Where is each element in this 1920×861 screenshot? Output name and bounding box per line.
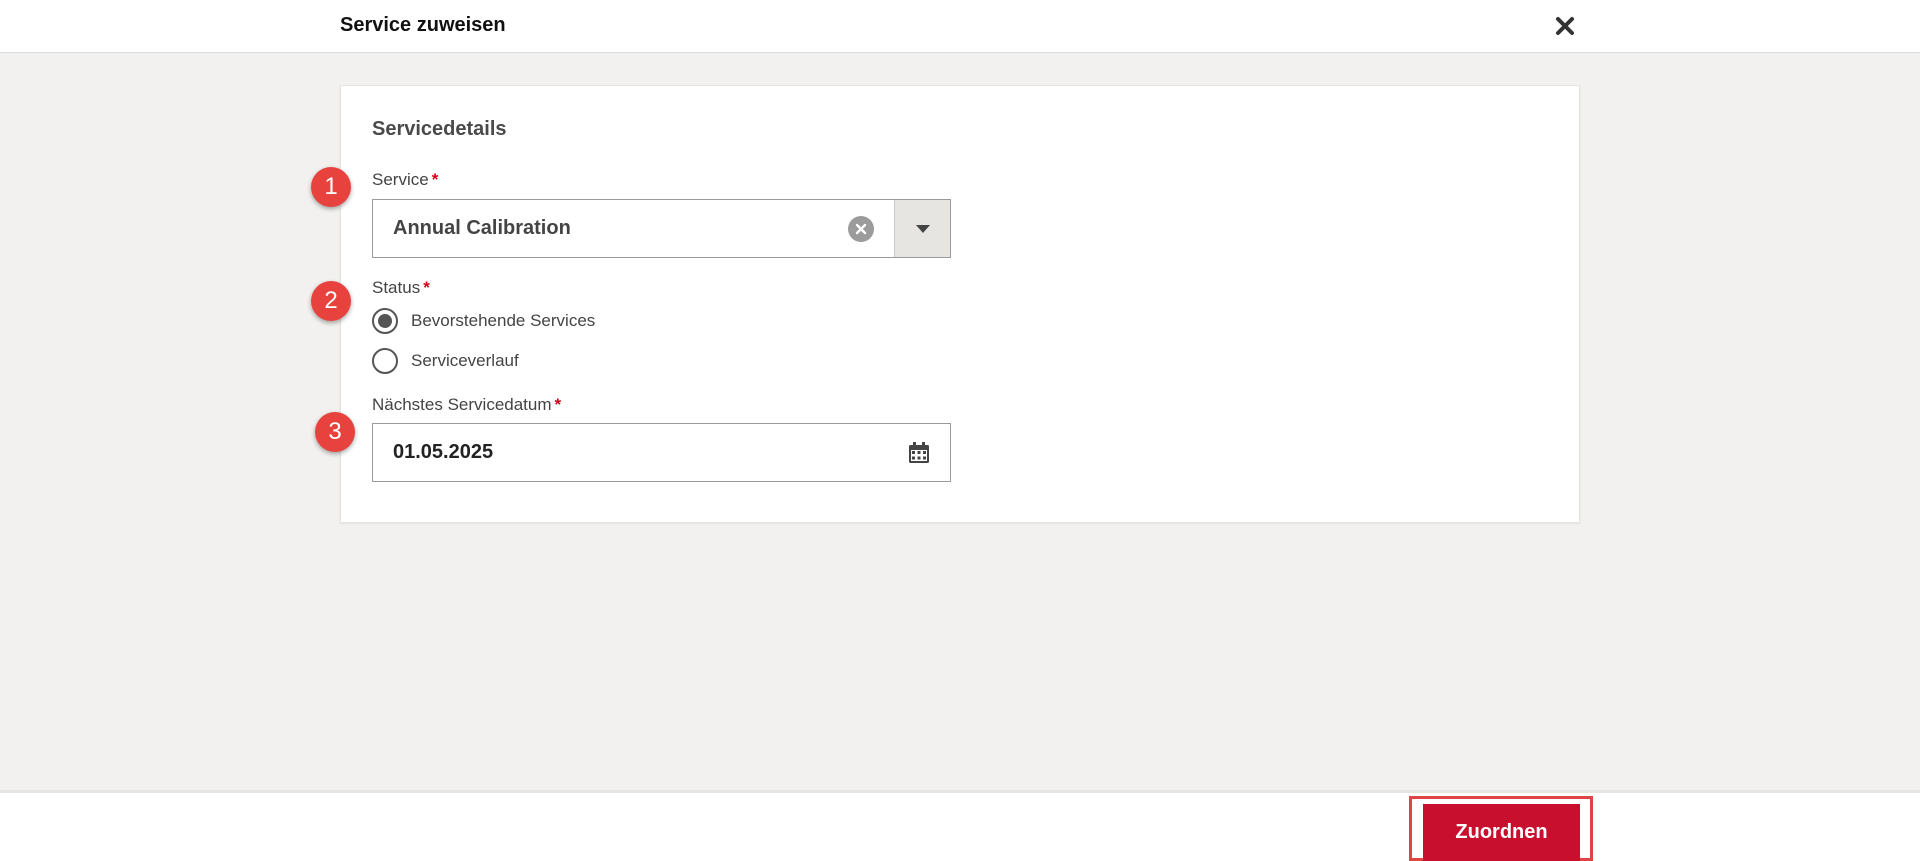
section-title: Servicedetails [372,118,507,140]
service-label: Service * [372,170,439,189]
dropdown-toggle-button[interactable] [894,200,950,257]
dialog-footer [0,790,1920,861]
calendar-icon[interactable] [908,441,930,464]
radio-label: Serviceverlauf [411,351,519,370]
status-option-history[interactable]: Serviceverlauf [372,348,519,374]
clear-icon[interactable] [848,215,874,242]
step-marker-3: 3 [315,412,355,452]
close-button[interactable] [1550,12,1580,40]
status-label: Status * [372,278,430,297]
next-date-label: Nächstes Servicedatum * [372,395,562,414]
dialog-header: Service zuweisen [0,0,1920,53]
step-marker-1: 1 [311,167,351,207]
assign-button[interactable]: Zuordnen [1423,804,1580,861]
required-marker: * [423,278,430,297]
radio-label: Bevorstehende Services [411,311,596,330]
dialog-title: Service zuweisen [340,14,506,36]
chevron-down-icon [915,224,930,233]
next-service-date-field[interactable] [372,423,951,482]
service-select-value: Annual Calibration [393,217,571,239]
radio-button-checked[interactable] [372,308,398,334]
step-marker-2: 2 [311,281,351,321]
required-marker: * [431,170,439,189]
required-marker: * [554,395,562,414]
status-option-upcoming[interactable]: Bevorstehende Services [372,308,595,334]
service-details-card: Servicedetails Service * Annual Calibrati… [340,85,1580,523]
close-icon [1556,17,1574,35]
radio-button[interactable] [372,348,398,374]
date-input[interactable] [373,441,908,464]
service-select[interactable]: Annual Calibration [372,199,951,258]
